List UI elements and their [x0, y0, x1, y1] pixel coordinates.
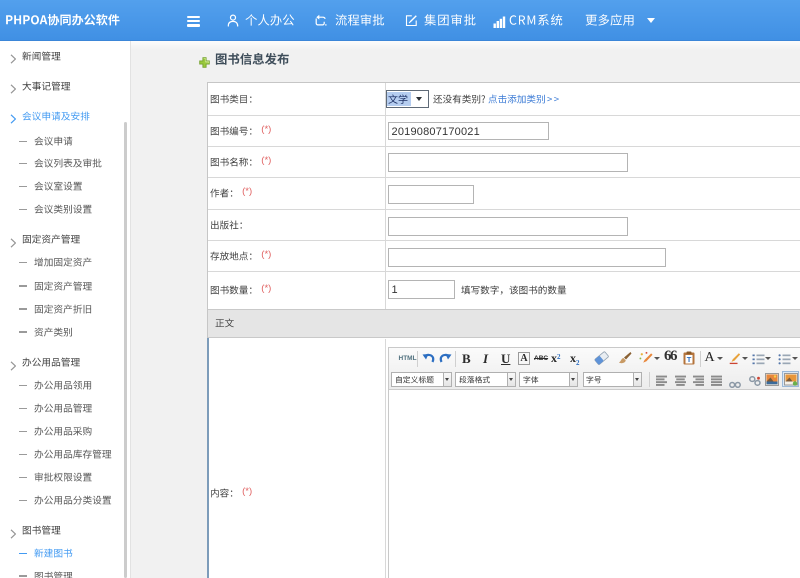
svg-text:T: T	[686, 355, 691, 364]
